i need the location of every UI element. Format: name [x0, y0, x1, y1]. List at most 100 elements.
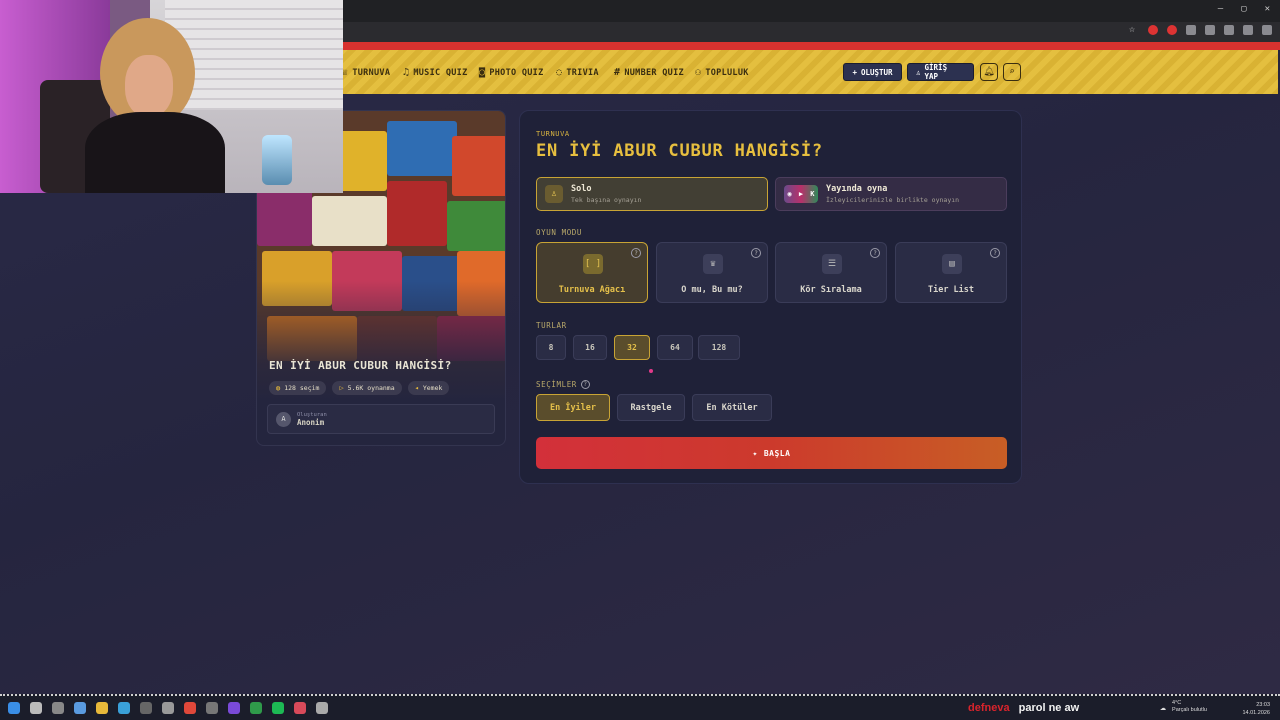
chat-username: defneva	[968, 702, 1010, 714]
mode-blind-ranking[interactable]: ? ☰ Kör Sıralama	[775, 242, 887, 303]
sparkle-icon: ✦	[752, 448, 758, 458]
plus-icon: +	[852, 67, 857, 77]
minimize-icon[interactable]: —	[1218, 4, 1223, 14]
extension-record-icon[interactable]	[1148, 25, 1158, 35]
search-icon: ⌕	[1009, 67, 1015, 77]
help-icon[interactable]: ?	[631, 248, 641, 258]
profile-icon[interactable]	[1243, 25, 1253, 35]
creator-name: Anonim	[297, 417, 325, 427]
selection-best[interactable]: En İyiler	[536, 394, 610, 421]
live-title: Yayında oyna	[826, 184, 888, 194]
game-mode-label: OYUN MODU	[536, 228, 583, 237]
category-badge: ◂ Yemek	[407, 381, 450, 395]
nav-item-trivia[interactable]: ◌ TRIVIA	[556, 67, 599, 78]
search-button[interactable]: ⌕	[1003, 63, 1021, 81]
menu-dots-icon[interactable]	[1262, 25, 1272, 35]
help-icon[interactable]: ?	[990, 248, 1000, 258]
store-icon[interactable]	[140, 702, 152, 714]
page-title: EN İYİ ABUR CUBUR HANGİSİ?	[536, 141, 823, 161]
nav-item-turnuva[interactable]: ♕ TURNUVA	[342, 67, 390, 78]
puzzle-icon[interactable]	[1224, 25, 1234, 35]
nav-item-music-quiz[interactable]: ♫ MUSIC QUIZ	[403, 67, 468, 78]
settings-icon[interactable]	[162, 702, 174, 714]
solo-subtitle: Tek başına oynayın	[571, 196, 642, 204]
xbox-icon[interactable]	[250, 702, 262, 714]
login-button[interactable]: ♙ GİRİŞ YAP	[907, 63, 974, 81]
mode-label: Turnuva Ağacı	[558, 285, 626, 295]
mode-label: Kör Sıralama	[800, 285, 862, 295]
user-icon: ♙	[545, 185, 563, 203]
weather-desc: Parçalı bulutlu	[1172, 707, 1207, 713]
camera-app-icon[interactable]	[206, 702, 218, 714]
widgets-icon[interactable]	[74, 702, 86, 714]
help-icon[interactable]: ?	[751, 248, 761, 258]
list-icon: ▤	[942, 254, 962, 274]
round-option-selected[interactable]: 32	[614, 335, 650, 360]
mode-tier-list[interactable]: ? ▤ Tier List	[895, 242, 1007, 303]
edge-icon[interactable]	[118, 702, 130, 714]
solo-title: Solo	[571, 184, 592, 194]
app-icon[interactable]	[316, 702, 328, 714]
nav-item-photo-quiz[interactable]: ◙ PHOTO QUIZ	[479, 67, 544, 78]
creator-label: Oluşturan	[297, 411, 327, 418]
bookmark-star-icon[interactable]: ☆	[1129, 25, 1139, 35]
rounds-label: TURLAR	[536, 321, 567, 330]
user-icon: ♙	[916, 67, 921, 77]
users-icon: ⚇	[695, 67, 702, 78]
nav-item-topluluk[interactable]: ⚇ TOPLULUK	[695, 67, 749, 78]
maximize-icon[interactable]: ▢	[1241, 4, 1246, 14]
crown-icon: ♛	[703, 254, 723, 274]
chrome-icon[interactable]	[184, 702, 196, 714]
windows-start-icon[interactable]	[8, 702, 20, 714]
spotify-icon[interactable]	[272, 702, 284, 714]
selection-worst[interactable]: En Kötüler	[692, 394, 772, 421]
close-icon[interactable]: ✕	[1265, 4, 1270, 14]
solo-mode-option[interactable]: ♙ Solo Tek başına oynayın	[536, 177, 768, 211]
start-button[interactable]: ✦ BAŞLA	[536, 437, 1007, 469]
help-icon[interactable]: ?	[580, 380, 590, 389]
extension-icon[interactable]	[1205, 25, 1215, 35]
bracket-icon: [ ]	[583, 254, 603, 274]
ordered-list-icon: ☰	[822, 254, 842, 274]
toolbar-icons: ☆	[1129, 25, 1272, 35]
chat-text: parol ne aw	[1018, 702, 1080, 714]
camera-icon: ◙	[479, 67, 486, 78]
card-title: EN İYİ ABUR CUBUR HANGİSİ?	[269, 359, 452, 372]
mode-this-or-that[interactable]: ? ♛ O mu, Bu mu?	[656, 242, 768, 303]
windows-taskbar: defneva parol ne aw ☁ 4°C Parçalı bulutl…	[0, 694, 1280, 720]
task-view-icon[interactable]	[52, 702, 64, 714]
help-icon[interactable]: ?	[870, 248, 880, 258]
search-icon[interactable]	[30, 702, 42, 714]
selections-label-row: SEÇİMLER ?	[536, 380, 590, 389]
live-mode-option[interactable]: ◉ ▶ K Yayında oyna İzleyicilerinizle birli…	[775, 177, 1007, 211]
selection-random[interactable]: Rastgele	[617, 394, 685, 421]
app-icon[interactable]	[228, 702, 240, 714]
extension-icon[interactable]	[1186, 25, 1196, 35]
mode-tournament-bracket[interactable]: ? [ ] Turnuva Ağacı	[536, 242, 648, 303]
mode-label: O mu, Bu mu?	[681, 285, 743, 295]
create-button[interactable]: + OLUŞTUR	[843, 63, 902, 81]
card-meta: ◍ 128 seçim ▷ 5.6K oynanma ◂ Yemek	[269, 381, 450, 395]
music-icon: ♫	[403, 67, 410, 78]
round-option[interactable]: 8	[536, 335, 566, 360]
game-setup-panel: TURNUVA EN İYİ ABUR CUBUR HANGİSİ? ♙ Sol…	[519, 110, 1022, 484]
extension-icon[interactable]	[1167, 25, 1177, 35]
bell-icon: 🔔︎	[983, 67, 995, 77]
choices-badge: ◍ 128 seçim	[269, 381, 327, 395]
taskbar-apps	[8, 702, 328, 714]
system-clock[interactable]: 23:03 14.01.2026	[1242, 701, 1270, 717]
nav-item-number-quiz[interactable]: # NUMBER QUIZ	[614, 67, 684, 78]
round-option[interactable]: 16	[573, 335, 607, 360]
weather-widget[interactable]: ☁ 4°C Parçalı bulutlu	[1160, 700, 1207, 714]
round-option[interactable]: 128	[698, 335, 740, 360]
plays-badge: ▷ 5.6K oynanma	[332, 381, 402, 395]
notifications-button[interactable]: 🔔︎	[980, 63, 998, 81]
tag-icon: ◂	[414, 384, 419, 392]
window-controls: — ▢ ✕	[1218, 4, 1270, 14]
file-explorer-icon[interactable]	[96, 702, 108, 714]
weather-temp: 4°C	[1172, 700, 1182, 706]
obs-icon[interactable]	[294, 702, 306, 714]
mode-label: Tier List	[927, 285, 975, 295]
round-option[interactable]: 64	[657, 335, 693, 360]
selections-label: SEÇİMLER	[536, 380, 577, 389]
